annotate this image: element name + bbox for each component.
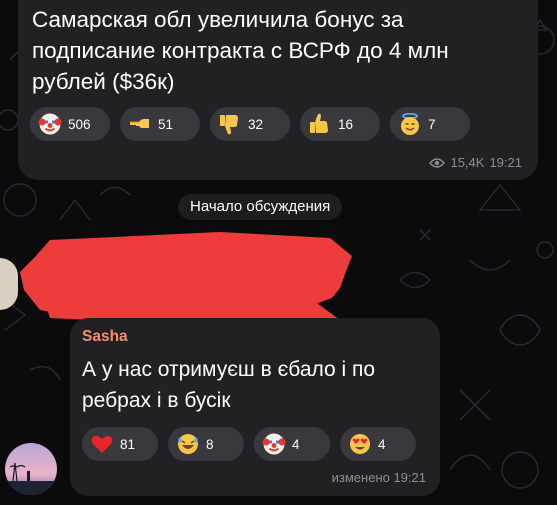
redaction-mark [20,232,352,326]
reaction-clown[interactable]: 506 [30,107,110,141]
thumbs-up-icon [310,113,328,133]
post-text: Самарская обл увеличила бонус за подписа… [32,7,449,94]
reaction-laughing[interactable]: 8 [168,427,244,461]
reaction-heart[interactable]: 81 [82,427,158,461]
reaction-count: 81 [120,436,136,452]
reaction-count: 4 [378,436,386,452]
rolling-laughing-face-icon [178,434,198,454]
discussion-start-label: Начало обсуждения [178,194,343,220]
reaction-thumbs-down[interactable]: 32 [210,107,290,141]
message-reactions: 81 8 4 4 [82,427,416,461]
reaction-count: 8 [206,436,214,452]
clown-face-icon [262,433,286,455]
avatar[interactable] [5,443,57,495]
heart-eyes-face-icon [350,434,370,454]
reaction-count: 51 [158,116,174,132]
pointing-left-hand-icon [130,119,149,128]
message-text: А у нас отримуєш в єбало і по ребрах і в… [82,358,376,412]
thumbs-down-icon [220,115,238,135]
reaction-halo[interactable]: 7 [390,107,470,141]
reaction-count: 16 [338,116,354,132]
sunset-landscape-image [5,443,57,495]
reaction-clown[interactable]: 4 [254,427,330,461]
reaction-pointing-hand[interactable]: 51 [120,107,200,141]
reaction-count: 506 [68,116,91,132]
edited-timestamp: изменено 19:21 [331,470,426,485]
message-meta: изменено 19:21 [332,470,426,485]
reply-message[interactable]: Sasha А у нас отримуєш в єбало і по ребр… [70,318,440,496]
channel-post[interactable]: Самарская обл увеличила бонус за подписа… [18,0,538,180]
reaction-thumbs-up[interactable]: 16 [300,107,380,141]
views-count: 15,4K [450,155,485,170]
reaction-count: 4 [292,436,300,452]
reaction-heart-eyes[interactable]: 4 [340,427,416,461]
post-reactions: 506 51 32 16 7 [30,107,470,141]
eye-icon [429,157,446,168]
reaction-count: 32 [248,116,264,132]
post-time: 19:21 [489,155,522,170]
message-author[interactable]: Sasha [82,328,128,346]
reaction-count: 7 [428,116,436,132]
smiling-face-with-halo-icon [401,112,419,135]
clown-face-icon [38,113,62,135]
post-meta: 15,4K 19:21 [429,155,522,170]
red-heart-icon [91,435,113,453]
